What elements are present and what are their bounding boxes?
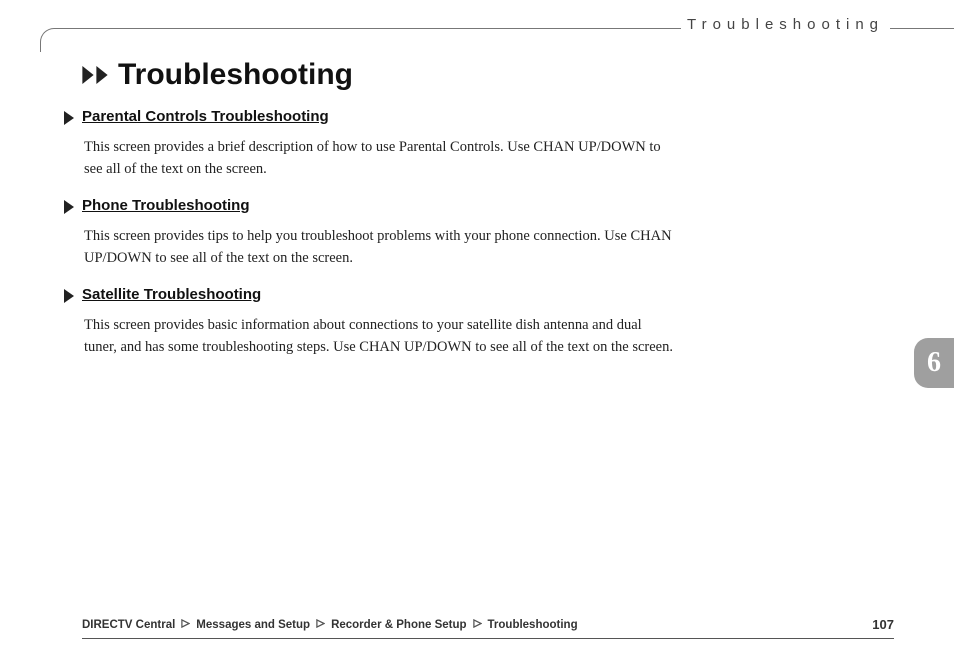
breadcrumb-sep-icon	[473, 619, 482, 631]
breadcrumb-item: Troubleshooting	[488, 619, 578, 631]
manual-page: Troubleshooting Troubleshooting Parental…	[0, 0, 954, 663]
arrow-icon	[64, 197, 74, 219]
breadcrumb-item: Recorder & Phone Setup	[331, 619, 466, 631]
page-number: 107	[872, 617, 894, 632]
section-body: This screen provides a brief description…	[84, 136, 674, 181]
section-body: This screen provides basic information a…	[84, 314, 674, 359]
section-heading: Phone Troubleshooting	[64, 197, 674, 219]
breadcrumb-sep-icon	[181, 619, 190, 631]
section-title: Satellite Troubleshooting	[82, 286, 261, 303]
breadcrumb-item: DIRECTV Central	[82, 619, 175, 631]
sections: Parental Controls Troubleshooting This s…	[64, 108, 674, 375]
section-phone: Phone Troubleshooting This screen provid…	[64, 197, 674, 270]
arrow-icon	[64, 108, 74, 130]
title-row: Troubleshooting	[82, 58, 353, 92]
breadcrumb: DIRECTV Central Messages and Setup Recor…	[82, 619, 578, 631]
breadcrumb-sep-icon	[316, 619, 325, 631]
section-heading: Satellite Troubleshooting	[64, 286, 674, 308]
chapter-number: 6	[927, 347, 941, 379]
section-body: This screen provides tips to help you tr…	[84, 225, 674, 270]
section-heading: Parental Controls Troubleshooting	[64, 108, 674, 130]
footer-rule	[82, 638, 894, 639]
chapter-tab: 6	[914, 338, 954, 388]
breadcrumb-item: Messages and Setup	[196, 619, 310, 631]
section-title: Parental Controls Troubleshooting	[82, 108, 329, 125]
double-arrow-icon	[82, 66, 108, 84]
section-satellite: Satellite Troubleshooting This screen pr…	[64, 286, 674, 359]
footer: DIRECTV Central Messages and Setup Recor…	[82, 617, 894, 639]
section-title: Phone Troubleshooting	[82, 197, 250, 214]
section-parental-controls: Parental Controls Troubleshooting This s…	[64, 108, 674, 181]
arrow-icon	[64, 286, 74, 308]
page-title: Troubleshooting	[118, 58, 353, 92]
header-section-label: Troubleshooting	[681, 16, 890, 33]
